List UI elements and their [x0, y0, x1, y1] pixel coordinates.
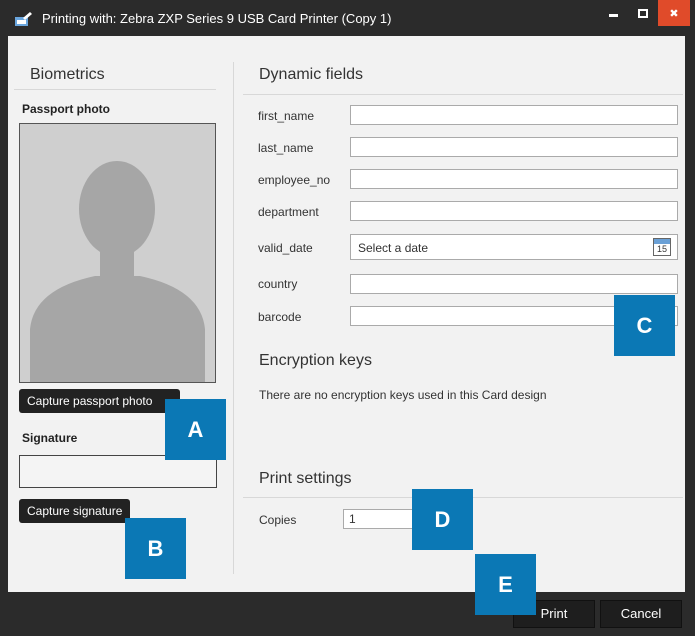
calendar-day: 15: [656, 244, 667, 254]
close-button[interactable]: ✖: [658, 0, 690, 26]
last-name-input[interactable]: [350, 137, 678, 157]
capture-passport-photo-button[interactable]: Capture passport photo: [19, 389, 180, 413]
first-name-input[interactable]: [350, 105, 678, 125]
minimize-icon: [608, 13, 618, 17]
country-input[interactable]: [350, 274, 678, 294]
passport-photo-frame: [19, 123, 216, 383]
printer-edit-icon: [15, 12, 32, 26]
passport-photo-label: Passport photo: [22, 102, 111, 116]
biometrics-divider: [14, 89, 216, 90]
capture-signature-button[interactable]: Capture signature: [19, 499, 131, 523]
department-input[interactable]: [350, 201, 678, 221]
callout-badge-a: A: [165, 399, 226, 460]
field-label-last-name: last_name: [258, 141, 314, 155]
dynamic-fields-heading: Dynamic fields: [259, 66, 364, 83]
callout-badge-d: D: [412, 489, 473, 550]
field-label-valid-date: valid_date: [258, 241, 313, 255]
field-label-country: country: [258, 277, 298, 291]
callout-badge-c: C: [614, 295, 675, 356]
encryption-keys-message: There are no encryption keys used in thi…: [259, 388, 547, 402]
encryption-keys-heading: Encryption keys: [259, 352, 372, 369]
title-bar: Printing with: Zebra ZXP Series 9 USB Ca…: [0, 0, 695, 36]
panel-separator: [233, 62, 234, 574]
callout-badge-e: E: [475, 554, 536, 615]
signature-label: Signature: [22, 431, 78, 445]
employee-no-input[interactable]: [350, 169, 678, 189]
valid-date-picker[interactable]: Select a date 15: [350, 234, 678, 260]
person-silhouette-icon: [30, 161, 205, 382]
maximize-button[interactable]: [628, 0, 658, 26]
minimize-button[interactable]: [598, 0, 628, 26]
print-dialog: Printing with: Zebra ZXP Series 9 USB Ca…: [0, 0, 695, 636]
maximize-icon: [638, 8, 648, 18]
field-label-department: department: [258, 205, 319, 219]
date-placeholder: Select a date: [358, 241, 429, 255]
print-settings-heading: Print settings: [259, 470, 352, 487]
callout-badge-b: B: [125, 518, 186, 579]
field-label-first-name: first_name: [258, 109, 315, 123]
field-label-barcode: barcode: [258, 310, 302, 324]
copies-input[interactable]: [343, 509, 423, 529]
window-title: Printing with: Zebra ZXP Series 9 USB Ca…: [42, 11, 392, 26]
biometrics-heading: Biometrics: [30, 66, 105, 83]
field-label-employee-no: employee_no: [258, 173, 331, 187]
copies-label: Copies: [259, 513, 297, 527]
calendar-icon[interactable]: 15: [653, 238, 671, 256]
close-icon: ✖: [669, 7, 679, 20]
cancel-button[interactable]: Cancel: [600, 600, 682, 628]
dynamic-fields-divider: [243, 94, 683, 95]
